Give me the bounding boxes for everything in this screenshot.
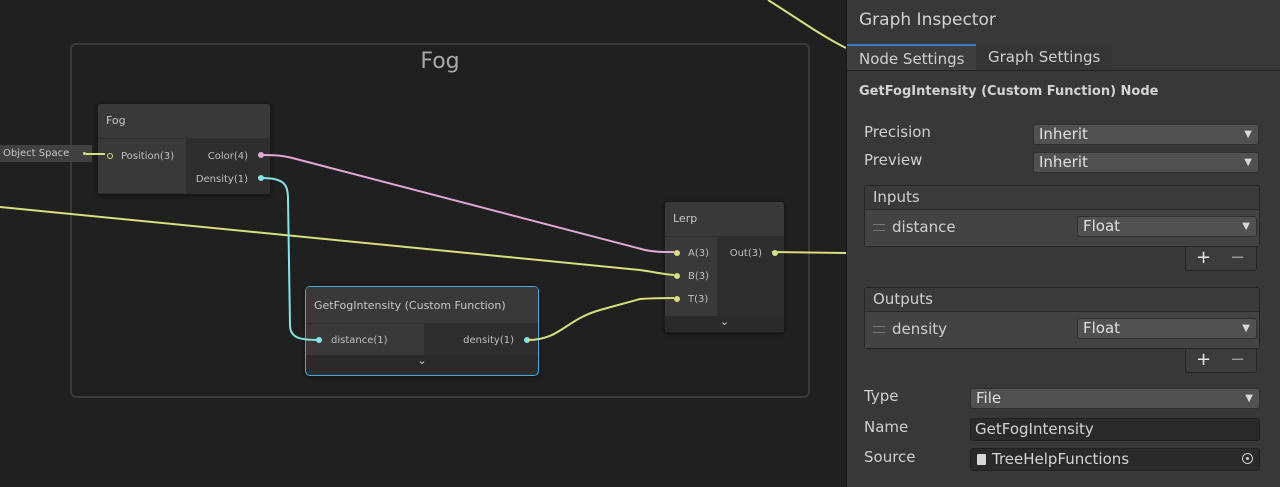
b-input-port[interactable] <box>674 273 680 279</box>
out-output-port[interactable] <box>772 250 778 256</box>
object-space-label: Object Space <box>3 148 70 159</box>
drag-handle-icon[interactable] <box>873 326 885 333</box>
source-field[interactable]: TreeHelpFunctions <box>970 448 1260 471</box>
triangle-down-icon: ▼ <box>1245 393 1253 404</box>
triangle-down-icon: ▼ <box>1244 129 1252 140</box>
source-label: Source <box>864 448 916 466</box>
position-input-label: Position(3) <box>121 151 175 162</box>
a-input-port[interactable] <box>674 250 680 256</box>
remove-input-button[interactable]: − <box>1230 247 1245 269</box>
source-value: TreeHelpFunctions <box>992 450 1130 468</box>
density-output-port[interactable] <box>258 175 264 181</box>
density-output-label: density(1) <box>463 335 514 346</box>
object-space-node[interactable]: Object Space <box>0 145 92 162</box>
preview-label: Preview <box>864 151 923 169</box>
triangle-down-icon: ▼ <box>1244 157 1252 168</box>
name-field[interactable]: GetFogIntensity <box>970 418 1260 441</box>
precision-label: Precision <box>864 123 931 141</box>
custom-node-title: GetFogIntensity (Custom Function) <box>306 287 538 323</box>
position-input-port[interactable] <box>107 153 113 159</box>
node-heading: GetFogIntensity (Custom Function) Node <box>859 84 1159 99</box>
input-type-value: Float <box>1083 217 1121 235</box>
color-output-port[interactable] <box>258 152 264 158</box>
list-item[interactable]: distance Float ▼ <box>865 209 1259 246</box>
inputs-add-remove: + − <box>1185 247 1257 271</box>
tab-divider <box>847 70 1280 71</box>
density-output-port[interactable] <box>524 337 530 343</box>
group-title[interactable]: Fog <box>72 49 808 74</box>
b-input-label: B(3) <box>688 271 710 282</box>
outputs-add-remove: + − <box>1185 349 1257 373</box>
custom-function-node[interactable]: GetFogIntensity (Custom Function) distan… <box>305 286 539 376</box>
inputs-header: Inputs <box>865 186 1259 208</box>
lerp-node[interactable]: Lerp A(3) B(3) T(3) Out(3) ⌄ <box>664 201 785 333</box>
preview-value: Inherit <box>1039 153 1088 171</box>
add-input-button[interactable]: + <box>1196 247 1211 269</box>
object-space-output-port[interactable] <box>83 152 86 155</box>
outputs-panel: Outputs density Float ▼ <box>864 287 1260 349</box>
type-dropdown[interactable]: File ▼ <box>970 388 1260 409</box>
out-output-label: Out(3) <box>729 248 762 259</box>
precision-value: Inherit <box>1039 125 1088 143</box>
type-value: File <box>976 389 1002 407</box>
name-label: Name <box>864 418 909 436</box>
add-output-button[interactable]: + <box>1196 349 1211 371</box>
expand-chevron-icon[interactable]: ⌄ <box>306 355 538 371</box>
graph-inspector: Graph Inspector Node Settings Graph Sett… <box>846 0 1280 487</box>
tab-node-settings[interactable]: Node Settings <box>847 44 977 70</box>
t-input-label: T(3) <box>688 294 709 305</box>
input-name[interactable]: distance <box>892 218 956 236</box>
input-type-dropdown[interactable]: Float ▼ <box>1077 216 1257 237</box>
output-type-value: Float <box>1083 319 1121 337</box>
a-input-label: A(3) <box>688 248 710 259</box>
lerp-node-title: Lerp <box>665 202 784 236</box>
target-icon[interactable] <box>1242 453 1253 464</box>
fog-node-title: Fog <box>98 104 270 138</box>
list-item[interactable]: density Float ▼ <box>865 311 1259 348</box>
triangle-down-icon: ▼ <box>1242 323 1250 334</box>
tab-graph-settings[interactable]: Graph Settings <box>976 44 1113 70</box>
graph-canvas[interactable]: Fog Object Space Fog Position(3) Color(4… <box>0 0 846 487</box>
output-name[interactable]: density <box>892 320 947 338</box>
outputs-header: Outputs <box>865 288 1259 310</box>
distance-input-port[interactable] <box>316 337 322 343</box>
t-input-port[interactable] <box>674 296 680 302</box>
remove-output-button[interactable]: − <box>1230 349 1245 371</box>
precision-dropdown[interactable]: Inherit ▼ <box>1033 124 1259 145</box>
preview-dropdown[interactable]: Inherit ▼ <box>1033 152 1259 173</box>
drag-handle-icon[interactable] <box>873 224 885 231</box>
density-output-label: Density(1) <box>195 174 248 185</box>
fog-node[interactable]: Fog Position(3) Color(4) Density(1) <box>97 103 271 195</box>
distance-input-label: distance(1) <box>331 335 388 346</box>
file-icon <box>977 454 986 465</box>
inputs-panel: Inputs distance Float ▼ <box>864 185 1260 247</box>
type-label: Type <box>864 387 899 405</box>
triangle-down-icon: ▼ <box>1242 221 1250 232</box>
inspector-title: Graph Inspector <box>859 10 996 30</box>
color-output-label: Color(4) <box>207 151 248 162</box>
output-type-dropdown[interactable]: Float ▼ <box>1077 318 1257 339</box>
expand-chevron-icon[interactable]: ⌄ <box>665 316 784 331</box>
